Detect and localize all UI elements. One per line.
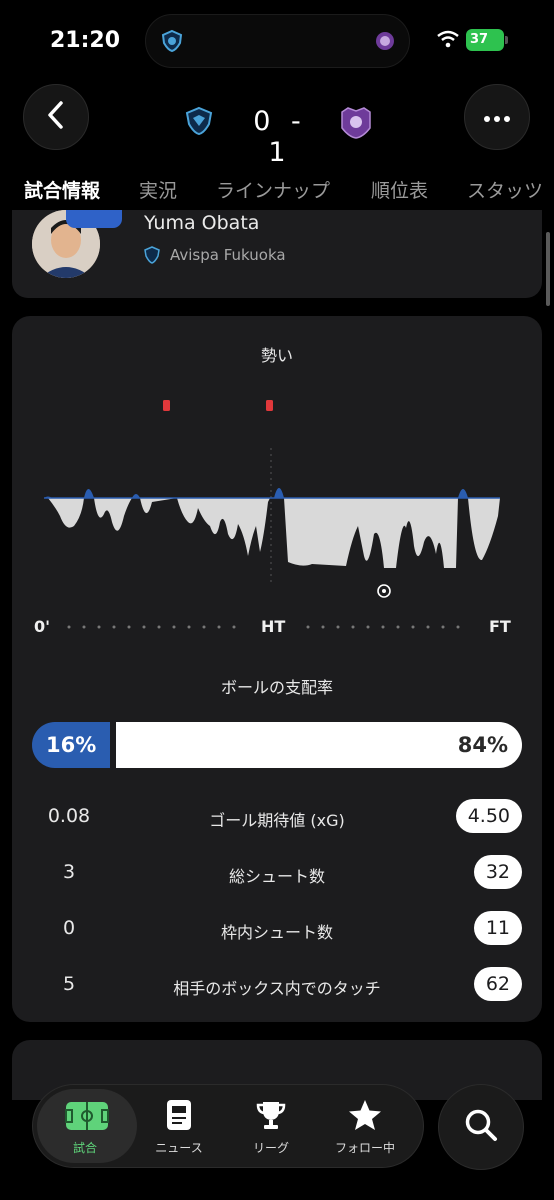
red-card-icon (266, 400, 273, 411)
status-time: 21:20 (50, 28, 121, 53)
tab-stats[interactable]: スタッツ (467, 176, 543, 203)
trophy-icon (223, 1099, 319, 1131)
stat-label: ゴール期待値 (xG) (209, 811, 345, 830)
chevron-left-icon (44, 100, 68, 134)
battery-level: 37 (470, 32, 489, 47)
nav-item-news[interactable]: ニュース (131, 1085, 227, 1167)
stat-away-value: 62 (473, 967, 522, 1001)
dynamic-island (145, 14, 410, 68)
stat-label: 相手のボックス内でのタッチ (173, 979, 381, 998)
ellipsis-icon (483, 108, 511, 127)
home-momentum-area (44, 488, 468, 498)
momentum-title: 勢い (260, 346, 293, 365)
momentum-graph (44, 400, 500, 598)
stat-away-value: 32 (473, 855, 522, 889)
stat-home-value: 5 (62, 973, 76, 995)
nav-item-match[interactable]: 試合 (37, 1089, 137, 1163)
red-card-icon (163, 400, 170, 411)
stat-home-value: 0 (62, 917, 76, 939)
stat-row-shots-on-target: 0 枠内シュート数 11 (12, 909, 542, 949)
more-options-button[interactable] (464, 84, 530, 150)
match-score-header: 0 - 1 (180, 100, 380, 168)
wifi-icon (436, 30, 460, 52)
news-icon (131, 1099, 227, 1131)
team-crest-icon (144, 246, 160, 268)
home-team-crest-icon (184, 106, 214, 140)
possession-title: ボールの支配率 (220, 678, 333, 697)
rating-badge (66, 210, 122, 228)
search-button[interactable] (438, 1084, 524, 1170)
stat-home-value: 3 (62, 861, 76, 883)
tab-live[interactable]: 実況 (139, 176, 177, 203)
stat-away-value: 4.50 (455, 799, 522, 833)
nav-label: ニュース (155, 1141, 203, 1155)
red-card-markers (163, 400, 273, 411)
possession-home: 16% (32, 722, 110, 768)
stat-row-box-touches: 5 相手のボックス内でのタッチ 62 (12, 965, 542, 1005)
match-tabs: 試合情報 実況 ラインナップ 順位表 スタッツ (0, 168, 554, 208)
timeline-start-label: 0' (34, 617, 51, 636)
timeline-end-label: FT (489, 617, 511, 636)
stat-label: 総シュート数 (228, 867, 325, 886)
away-momentum-area (44, 498, 500, 568)
player-team: Avispa Fukuoka (170, 246, 286, 264)
nav-label: フォロー中 (334, 1141, 395, 1155)
tab-standings[interactable]: 順位表 (371, 176, 428, 203)
possession-bar: 16% 84% (32, 722, 522, 768)
nav-label: 試合 (72, 1141, 97, 1155)
scrollbar[interactable] (546, 232, 550, 306)
home-crest-icon (160, 29, 184, 57)
nav-label: リーグ (252, 1141, 289, 1155)
stat-row-total-shots: 3 総シュート数 32 (12, 853, 542, 893)
nav-item-following[interactable]: フォロー中 (317, 1085, 413, 1167)
status-bar: 21:20 37 (0, 0, 554, 80)
match-stats-card: 勢い 0' HT FT ボールの支配率 16% 84% 0.08 ゴール期待値 … (12, 316, 542, 1022)
stat-home-value: 0.08 (47, 805, 91, 827)
stat-away-value: 11 (473, 911, 522, 945)
pitch-icon (37, 1101, 137, 1131)
away-team-crest-icon (338, 104, 374, 144)
timeline-half-label: HT (261, 617, 286, 636)
battery-indicator: 37 (466, 29, 508, 51)
bottom-navigation: 試合 ニュース リーグ フォロー中 (32, 1084, 424, 1168)
goal-ball-icon (377, 584, 391, 598)
match-score: 0 - 1 (253, 106, 307, 168)
search-icon (464, 1108, 498, 1146)
tab-lineup[interactable]: ラインナップ (216, 176, 330, 203)
player-of-match-card[interactable]: Yuma Obata Avispa Fukuoka (12, 210, 542, 298)
away-crest-icon (375, 31, 395, 55)
player-name: Yuma Obata (144, 212, 260, 234)
stat-label: 枠内シュート数 (220, 923, 333, 942)
possession-away: 84% (116, 722, 522, 768)
tab-match-info[interactable]: 試合情報 (24, 176, 100, 203)
back-button[interactable] (23, 84, 89, 150)
stat-row-xg: 0.08 ゴール期待値 (xG) 4.50 (12, 797, 542, 837)
nav-item-league[interactable]: リーグ (223, 1085, 319, 1167)
star-icon (317, 1099, 413, 1131)
